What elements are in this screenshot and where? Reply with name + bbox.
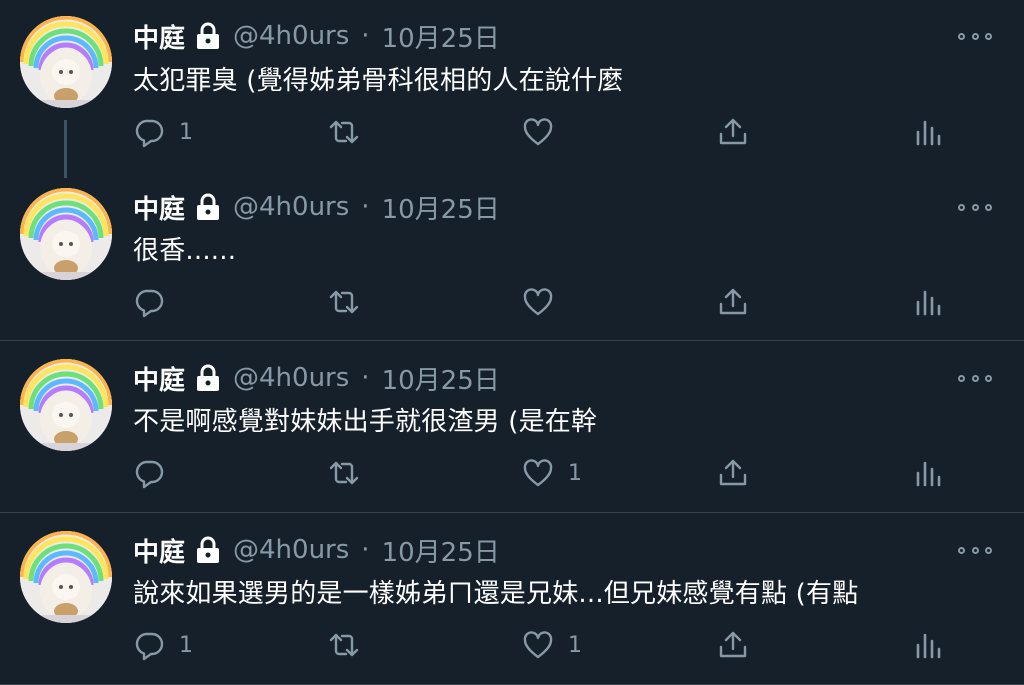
avatar-image — [20, 531, 112, 623]
reply-button[interactable]: 1 — [133, 627, 193, 663]
reply-count: 1 — [179, 632, 193, 658]
retweet-button[interactable] — [328, 284, 374, 320]
share-icon — [719, 631, 747, 658]
retweet-icon — [329, 120, 359, 144]
tweet-header: 中庭 @4h0urs · 10月25日 — [133, 16, 500, 56]
tweet-header: 中庭 @4h0urs · 10月25日 — [133, 187, 500, 227]
share-button[interactable] — [717, 284, 749, 320]
like-button[interactable] — [522, 114, 568, 150]
share-button[interactable] — [717, 627, 749, 663]
tweet-2[interactable]: 中庭 @4h0urs · 10月25日 很香...... — [0, 170, 1024, 340]
like-count: 1 — [568, 460, 582, 486]
display-name[interactable]: 中庭 — [133, 189, 185, 226]
user-handle[interactable]: @4h0urs — [233, 535, 349, 565]
avatar[interactable] — [20, 16, 112, 108]
tweet-date[interactable]: 10月25日 — [382, 532, 500, 569]
user-handle[interactable]: @4h0urs — [233, 363, 349, 393]
analytics-button[interactable] — [912, 284, 944, 320]
avatar-image — [20, 188, 112, 280]
retweet-button[interactable] — [328, 627, 374, 663]
like-icon — [523, 459, 553, 487]
share-icon — [719, 288, 747, 315]
share-icon — [719, 118, 747, 145]
separator-dot: · — [361, 535, 370, 565]
retweet-icon — [329, 290, 359, 314]
reply-button[interactable]: 1 — [133, 114, 193, 150]
retweet-icon — [329, 633, 359, 657]
analytics-icon — [916, 461, 941, 487]
tweet-text: 不是啊感覺對妹妹出手就很渣男 (是在幹 — [133, 407, 598, 437]
avatar-image — [20, 359, 112, 451]
analytics-icon — [916, 120, 941, 146]
display-name[interactable]: 中庭 — [133, 532, 185, 569]
retweet-button[interactable] — [328, 114, 374, 150]
analytics-button[interactable] — [912, 455, 944, 491]
reply-icon — [135, 460, 164, 489]
avatar-image — [20, 16, 112, 108]
tweet-header: 中庭 @4h0urs · 10月25日 — [133, 530, 500, 570]
separator-dot: · — [361, 363, 370, 393]
like-count: 1 — [568, 632, 582, 658]
reply-icon — [135, 632, 164, 661]
tweet-1[interactable]: 中庭 @4h0urs · 10月25日 太犯罪臭 (覺得姊弟骨科很相的人在說什麼… — [0, 0, 1024, 170]
lock-icon — [195, 193, 221, 221]
share-button[interactable] — [717, 114, 749, 150]
like-button[interactable]: 1 — [522, 455, 582, 491]
analytics-button[interactable] — [912, 114, 944, 150]
avatar[interactable] — [20, 531, 112, 623]
lock-icon — [195, 22, 221, 50]
tweet-text: 說來如果選男的是一樣姊弟ㄇ還是兄妹...但兄妹感覺有點 (有點 — [133, 579, 859, 609]
avatar[interactable] — [20, 188, 112, 280]
reply-button[interactable] — [133, 455, 179, 491]
more-icon[interactable] — [958, 535, 992, 565]
tweet-date[interactable]: 10月25日 — [382, 360, 500, 397]
tweet-3[interactable]: 中庭 @4h0urs · 10月25日 不是啊感覺對妹妹出手就很渣男 (是在幹 … — [0, 341, 1024, 512]
user-handle[interactable]: @4h0urs — [233, 21, 349, 51]
tweet-header: 中庭 @4h0urs · 10月25日 — [133, 358, 500, 398]
tweet-date[interactable]: 10月25日 — [382, 18, 500, 55]
more-icon[interactable] — [958, 21, 992, 51]
share-icon — [719, 459, 747, 486]
analytics-icon — [916, 633, 941, 659]
display-name[interactable]: 中庭 — [133, 360, 185, 397]
separator-dot: · — [361, 21, 370, 51]
like-icon — [523, 288, 553, 316]
retweet-icon — [329, 461, 359, 485]
retweet-button[interactable] — [328, 455, 374, 491]
analytics-button[interactable] — [912, 627, 944, 663]
tweet-4[interactable]: 中庭 @4h0urs · 10月25日 說來如果選男的是一樣姊弟ㄇ還是兄妹...… — [0, 513, 1024, 685]
analytics-icon — [916, 290, 941, 316]
reply-button[interactable] — [133, 284, 179, 320]
tweet-date[interactable]: 10月25日 — [382, 189, 500, 226]
tweet-text: 太犯罪臭 (覺得姊弟骨科很相的人在說什麼 — [133, 66, 624, 96]
lock-icon — [195, 364, 221, 392]
separator-dot: · — [361, 192, 370, 222]
more-icon[interactable] — [958, 192, 992, 222]
reply-icon — [135, 289, 164, 318]
avatar[interactable] — [20, 359, 112, 451]
user-handle[interactable]: @4h0urs — [233, 192, 349, 222]
reply-icon — [135, 119, 164, 148]
tweet-text: 很香...... — [133, 236, 237, 266]
like-icon — [523, 631, 553, 659]
like-icon — [523, 118, 553, 146]
more-icon[interactable] — [958, 363, 992, 393]
like-button[interactable] — [522, 284, 568, 320]
lock-icon — [195, 536, 221, 564]
like-button[interactable]: 1 — [522, 627, 582, 663]
display-name[interactable]: 中庭 — [133, 18, 185, 55]
reply-count: 1 — [179, 119, 193, 145]
share-button[interactable] — [717, 455, 749, 491]
